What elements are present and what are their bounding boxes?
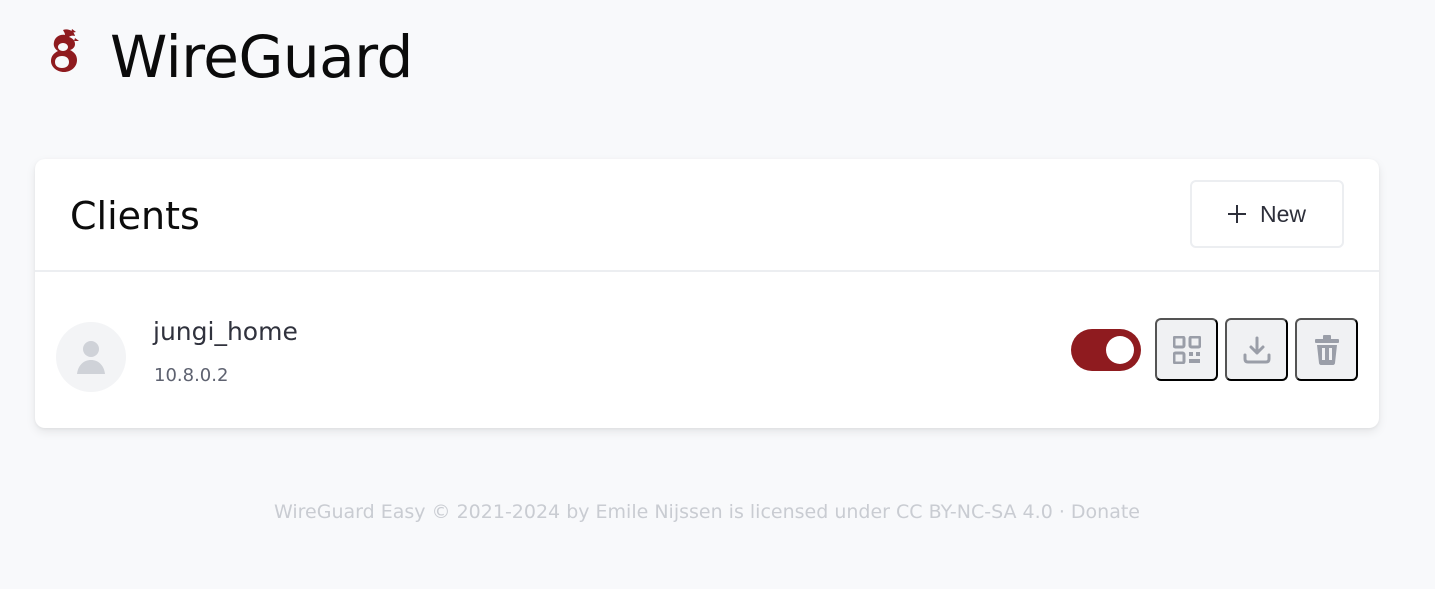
user-icon — [77, 341, 105, 374]
plus-icon — [1227, 205, 1246, 223]
download-config-button[interactable] — [1225, 318, 1288, 381]
new-client-button[interactable]: New — [1190, 180, 1344, 248]
toggle-knob — [1106, 336, 1134, 364]
client-enable-toggle[interactable] — [1071, 329, 1141, 371]
clients-card-header: Clients New — [35, 159, 1379, 272]
qr-code-icon — [1172, 335, 1201, 364]
show-qr-code-button[interactable] — [1155, 318, 1218, 381]
client-avatar — [56, 322, 126, 392]
client-address[interactable]: 10.8.0.2 — [154, 365, 228, 386]
donate-link[interactable]: Donate — [1071, 501, 1140, 523]
app-title: WireGuard — [110, 23, 413, 91]
footer: WireGuard Easy © 2021-2024 by Emile Nijs… — [0, 501, 1414, 523]
wireguard-logo-icon — [44, 26, 84, 88]
footer-license-text: WireGuard Easy © 2021-2024 by Emile Nijs… — [274, 501, 1053, 523]
clients-card: Clients New jungi_home 10.8.0.2 — [35, 159, 1379, 428]
footer-separator: · — [1052, 501, 1071, 523]
app-root: WireGuard Clients New jungi_home 10.8.0.… — [0, 0, 1435, 589]
app-header: WireGuard — [44, 22, 413, 92]
trash-icon — [1314, 334, 1339, 365]
delete-client-button[interactable] — [1295, 318, 1358, 381]
client-row: jungi_home 10.8.0.2 — [35, 274, 1379, 428]
clients-title: Clients — [70, 194, 200, 238]
download-icon — [1243, 336, 1270, 363]
new-button-label: New — [1259, 200, 1306, 227]
client-name[interactable]: jungi_home — [153, 317, 298, 346]
